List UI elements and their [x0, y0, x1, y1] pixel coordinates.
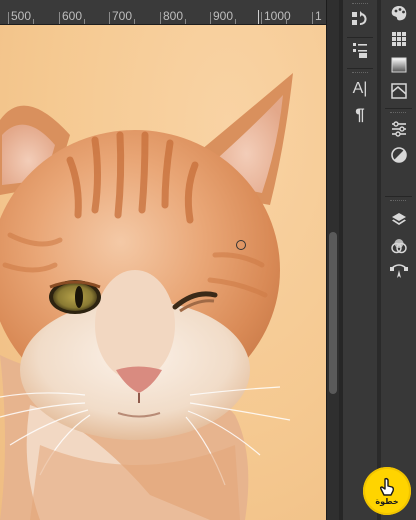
panel-dock-right [381, 0, 416, 520]
channels-panel-button[interactable] [381, 233, 416, 259]
document-canvas[interactable] [0, 25, 326, 520]
panel-divider [385, 108, 412, 109]
paths-panel-button[interactable] [381, 259, 416, 285]
ruler-label-900: 900 [213, 9, 234, 23]
ruler-tick [160, 12, 161, 24]
ruler-minor-tick [84, 19, 85, 24]
panel-divider [347, 68, 373, 69]
horizontal-ruler[interactable]: 500 600 700 800 900 1000 1 [0, 0, 326, 25]
paragraph-panel-button[interactable]: ¶ [343, 102, 377, 128]
gradients-panel-button[interactable] [381, 52, 416, 78]
swatches-panel-button[interactable] [381, 26, 416, 52]
ruler-minor-tick [33, 19, 34, 24]
contrast-panel-button[interactable] [381, 142, 416, 168]
character-icon: A| [352, 80, 368, 97]
ruler-label-600: 600 [62, 9, 83, 23]
gradients-icon [391, 57, 406, 73]
history-icon [352, 11, 367, 25]
brand-badge: خطوة [363, 467, 411, 515]
panel-dock-left: A| ¶ [343, 0, 377, 520]
swatches-icon [391, 32, 406, 46]
channels-icon [390, 239, 407, 254]
character-panel-button[interactable]: A| [343, 76, 377, 102]
color-icon [391, 6, 406, 21]
cat-photo [0, 73, 293, 520]
ruler-tick [261, 12, 262, 24]
ruler-label-1100: 1 [315, 9, 322, 23]
patterns-panel-button[interactable] [381, 78, 416, 104]
pointer-hand-icon [379, 477, 395, 496]
color-panel-button[interactable] [381, 0, 416, 26]
ruler-minor-tick [286, 19, 287, 24]
ruler-tick [312, 12, 313, 24]
contrast-icon [390, 147, 407, 163]
properties-panel-button[interactable] [343, 37, 377, 63]
badge-text: خطوة [375, 496, 399, 506]
ruler-minor-tick [185, 19, 186, 24]
paragraph-icon: ¶ [355, 105, 365, 124]
history-panel-button[interactable] [343, 6, 377, 32]
ruler-position-marker [258, 10, 259, 24]
ruler-label-500: 500 [11, 9, 32, 23]
layers-icon [391, 213, 406, 225]
scrollbar-thumb[interactable] [329, 232, 337, 394]
properties-icon [353, 43, 367, 58]
vertical-scrollbar[interactable] [326, 0, 339, 520]
ruler-tick [59, 12, 60, 24]
paths-icon [389, 264, 408, 278]
ruler-minor-tick [134, 19, 135, 24]
adjustments-panel-button[interactable] [381, 116, 416, 142]
dock-grip[interactable] [390, 112, 406, 115]
ruler-tick [109, 12, 110, 24]
ruler-tick [210, 12, 211, 24]
dock-grip[interactable] [390, 200, 406, 203]
patterns-icon [390, 83, 407, 99]
panel-divider [385, 196, 412, 197]
ruler-label-700: 700 [112, 9, 133, 23]
dock-grip[interactable] [352, 72, 368, 75]
adjustments-icon [391, 121, 406, 137]
layers-panel-button[interactable] [381, 207, 416, 233]
ruler-tick [8, 12, 9, 24]
ruler-minor-tick [235, 19, 236, 24]
brush-cursor [236, 240, 246, 250]
ruler-label-800: 800 [163, 9, 184, 23]
